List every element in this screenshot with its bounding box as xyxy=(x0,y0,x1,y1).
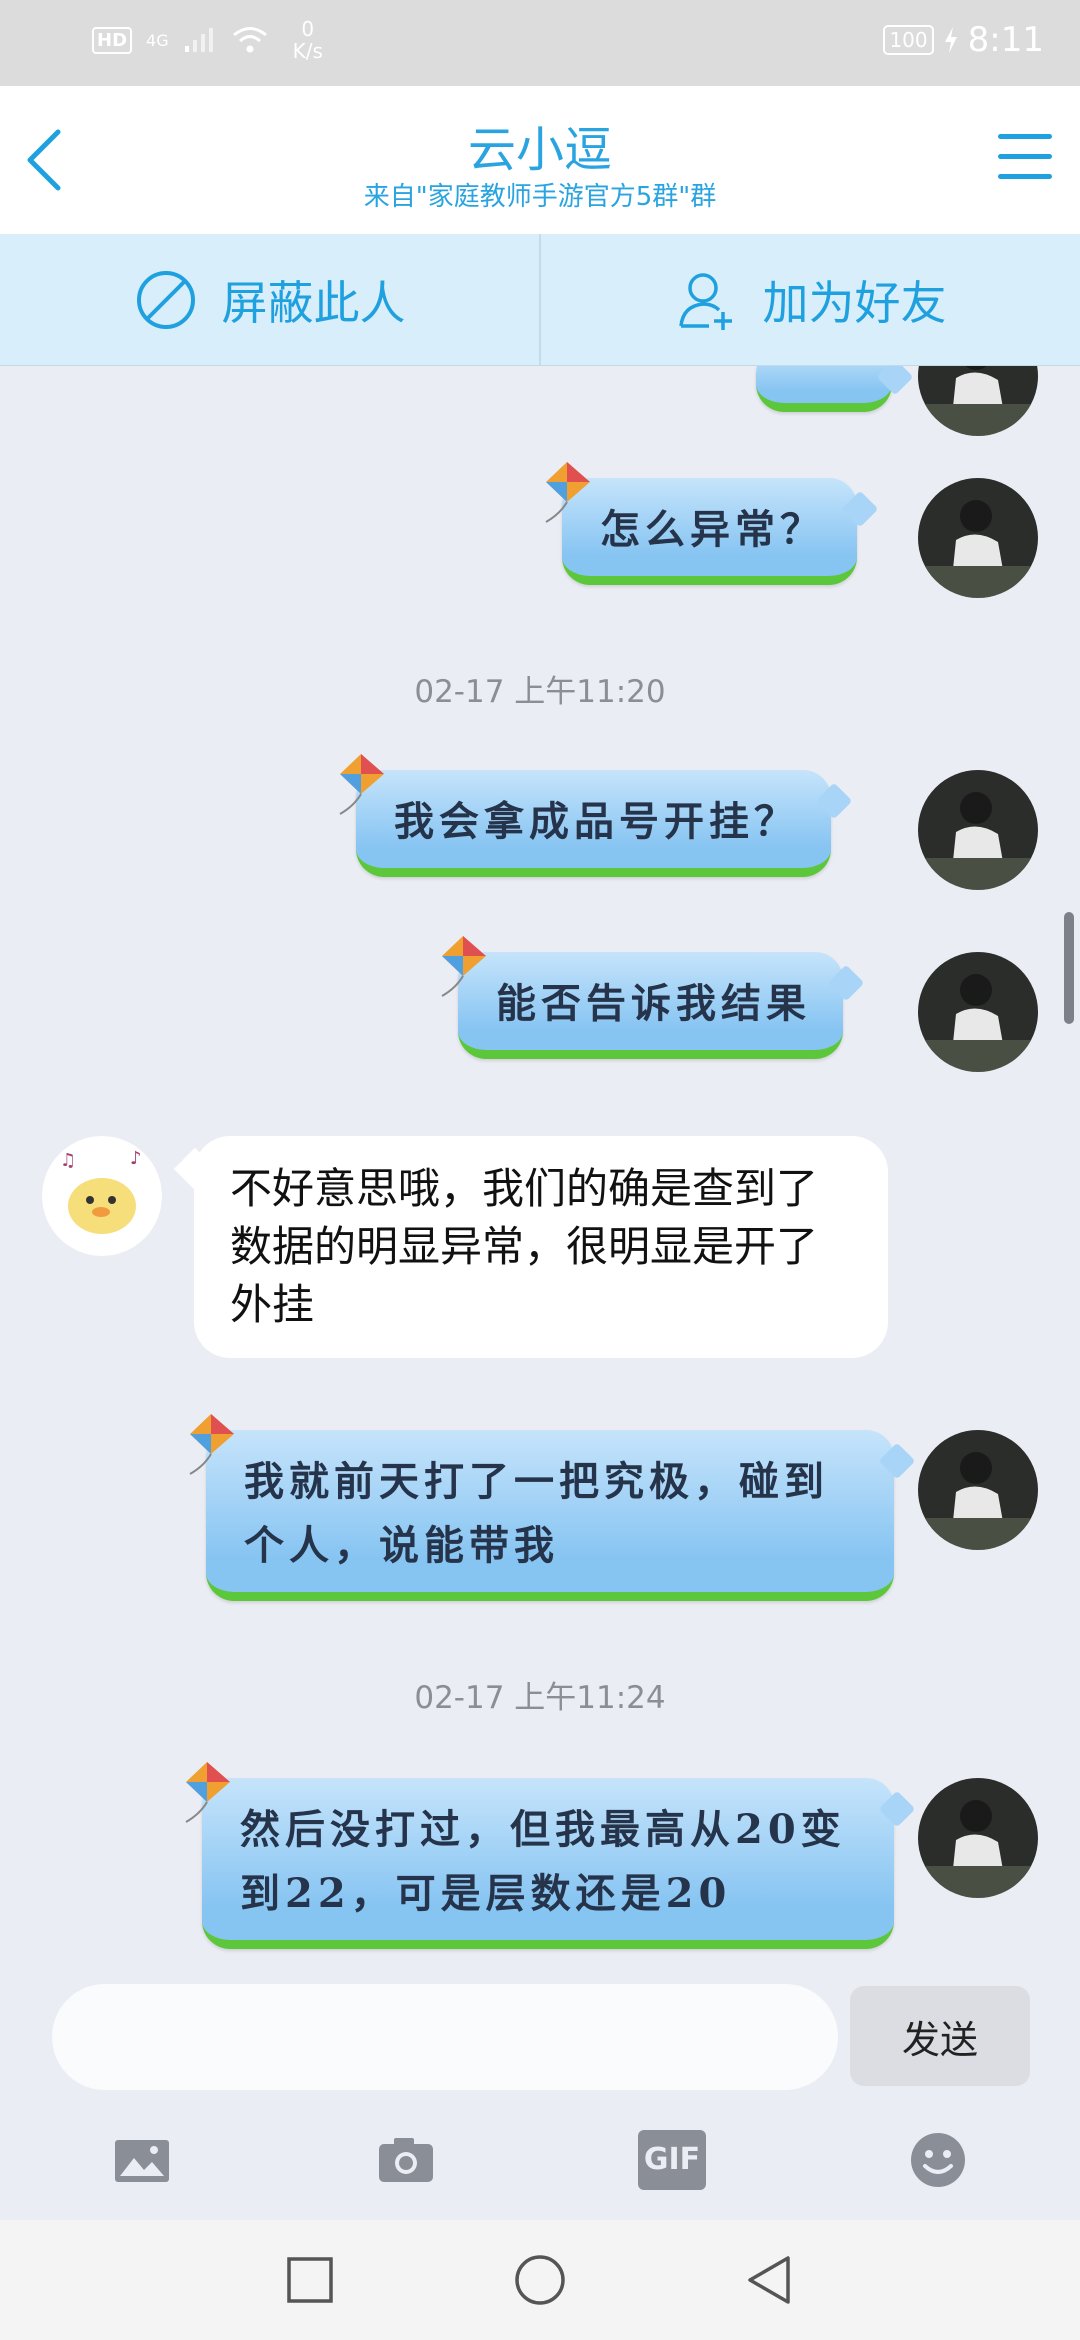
hd-indicator: HD xyxy=(92,26,133,54)
message-input[interactable] xyxy=(52,1984,838,2090)
message-text: 我就前天打了一把究极，碰到个人，说能带我 xyxy=(244,1458,829,1569)
net-speed-unit: K/s xyxy=(292,39,323,63)
chat-header: 云小逗 来自"家庭教师手游官方5群"群 xyxy=(0,86,1080,234)
status-bar: HD 4G 0 K/s 100 8:11 xyxy=(0,0,1080,86)
timestamp: 02-17 上午11:20 xyxy=(414,674,666,710)
my-avatar[interactable] xyxy=(918,478,1038,598)
scrollbar[interactable] xyxy=(1064,912,1074,1024)
block-user-label: 屏蔽此人 xyxy=(221,275,406,330)
recent-apps-icon[interactable] xyxy=(280,2250,340,2310)
kite-icon xyxy=(185,1762,230,1823)
input-bar: 发送 xyxy=(0,1980,1080,2104)
nav-back-icon[interactable] xyxy=(740,2250,800,2310)
message-list[interactable]: 怎么异常？ 02-17 上午11:20 我会拿成品号开挂？ 能否告诉我结果 ♫ ♪… xyxy=(0,366,1080,1980)
message-text: 能否告诉我结果 xyxy=(496,980,811,1027)
add-friend-button[interactable]: 加为好友 xyxy=(539,234,1080,365)
message-bubble-sent[interactable]: 我就前天打了一把究极，碰到个人，说能带我 xyxy=(189,1414,916,1601)
block-user-button[interactable]: 屏蔽此人 xyxy=(0,234,539,365)
message-text: 不好意思哦，我们的确是查到了数据的明显异常，很明显是开了外挂 xyxy=(230,1164,819,1329)
block-icon xyxy=(136,270,195,329)
message-bubble-sent[interactable]: 我会拿成品号开挂？ xyxy=(339,754,853,877)
my-avatar[interactable] xyxy=(918,1778,1038,1898)
chat-toolbar: GIF xyxy=(0,2104,1080,2220)
image-icon[interactable] xyxy=(112,2130,172,2190)
kite-icon xyxy=(545,462,590,523)
send-button[interactable]: 发送 xyxy=(850,1986,1030,2086)
my-avatar[interactable] xyxy=(918,952,1038,1072)
menu-icon[interactable] xyxy=(998,134,1052,182)
add-friend-label: 加为好友 xyxy=(762,275,947,330)
message-bubble-sent[interactable]: 能否告诉我结果 xyxy=(441,936,865,1059)
kite-icon xyxy=(339,754,384,815)
camera-icon[interactable] xyxy=(376,2130,436,2190)
my-avatar[interactable] xyxy=(918,770,1038,890)
message-text: 怎么异常？ xyxy=(600,506,825,553)
contact-avatar[interactable]: ♫ ♪ xyxy=(42,1136,162,1256)
contact-name: 云小逗 xyxy=(467,122,612,178)
system-nav-bar xyxy=(0,2220,1080,2340)
svg-text:♫: ♫ xyxy=(60,1150,76,1171)
svg-text:♪: ♪ xyxy=(130,1148,142,1169)
battery-indicator: 100 xyxy=(883,25,934,55)
signal-icon xyxy=(184,28,213,52)
message-text: 我会拿成品号开挂？ xyxy=(394,798,799,845)
kite-icon xyxy=(441,936,486,997)
timestamp: 02-17 上午11:24 xyxy=(414,1680,666,1716)
net-speed: 0 K/s xyxy=(293,18,323,62)
network-indicator: 4G xyxy=(146,30,169,50)
status-left: HD 4G 0 K/s xyxy=(92,18,323,62)
gif-icon[interactable]: GIF xyxy=(638,2130,706,2190)
message-bubble-received[interactable]: 不好意思哦，我们的确是查到了数据的明显异常，很明显是开了外挂 xyxy=(173,1136,888,1358)
charging-icon xyxy=(944,27,957,53)
net-speed-value: 0 xyxy=(301,17,315,41)
emoji-icon[interactable] xyxy=(908,2130,968,2190)
status-right: 100 8:11 xyxy=(883,20,1044,60)
clock: 8:11 xyxy=(967,20,1044,60)
kite-icon xyxy=(189,1414,234,1475)
contact-source: 来自"家庭教师手游官方5群"群 xyxy=(363,182,717,212)
my-avatar[interactable] xyxy=(918,1430,1038,1550)
message-bubble-sent[interactable]: 然后没打过，但我最高从20变到22，可是层数还是20 xyxy=(185,1762,916,1949)
my-avatar[interactable] xyxy=(918,366,1038,436)
message-bubble-sent[interactable]: 怎么异常？ xyxy=(545,462,879,585)
home-icon[interactable] xyxy=(510,2250,570,2310)
action-bar: 屏蔽此人 加为好友 xyxy=(0,234,1080,366)
add-friend-icon xyxy=(678,272,732,330)
message-bubble-sent[interactable] xyxy=(756,366,914,412)
message-text: 然后没打过，但我最高从20变到22，可是层数还是20 xyxy=(240,1806,846,1917)
wifi-icon xyxy=(232,27,267,53)
